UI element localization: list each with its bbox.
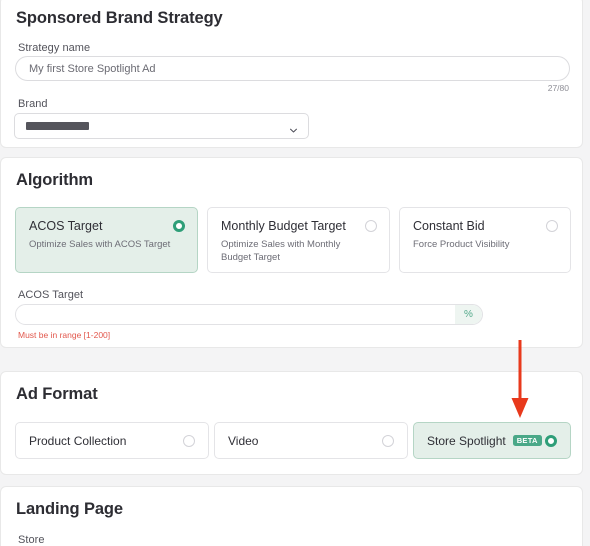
- acos-target-input[interactable]: [16, 305, 455, 324]
- ad-format-section-title: Ad Format: [16, 385, 98, 404]
- algorithm-option-monthly-budget-target[interactable]: Monthly Budget Target Optimize Sales wit…: [207, 207, 390, 273]
- ad-format-option-label: Video: [228, 434, 258, 448]
- algorithm-section-title: Algorithm: [16, 171, 93, 190]
- beta-badge: BETA: [513, 435, 542, 447]
- algorithm-option-constant-bid[interactable]: Constant Bid Force Product Visibility: [399, 207, 571, 273]
- acos-target-label: ACOS Target: [18, 289, 83, 301]
- percent-suffix: %: [455, 305, 482, 324]
- ad-format-card: Ad Format Product Collection Video Store…: [0, 371, 583, 475]
- page-title: Sponsored Brand Strategy: [16, 9, 223, 28]
- algorithm-option-label: Monthly Budget Target: [221, 219, 377, 234]
- radio-unselected-icon[interactable]: [365, 220, 377, 232]
- algorithm-option-label: ACOS Target: [29, 219, 185, 234]
- brand-select[interactable]: [14, 113, 309, 139]
- brand-selected-value-redacted: [26, 122, 89, 130]
- algorithm-card: Algorithm ACOS Target Optimize Sales wit…: [0, 157, 583, 348]
- ad-format-option-label: Store Spotlight: [427, 434, 506, 448]
- ad-format-option-label: Product Collection: [29, 434, 126, 448]
- acos-target-input-row[interactable]: %: [15, 304, 483, 325]
- radio-selected-icon[interactable]: [173, 220, 185, 232]
- ad-format-option-store-spotlight[interactable]: Store Spotlight BETA: [413, 422, 571, 459]
- radio-unselected-icon[interactable]: [183, 435, 195, 447]
- ad-format-option-product-collection[interactable]: Product Collection: [15, 422, 209, 459]
- page-root: Sponsored Brand Strategy Strategy name 2…: [0, 0, 590, 546]
- store-label: Store: [18, 534, 45, 546]
- landing-page-card: Landing Page Store: [0, 486, 583, 546]
- algorithm-option-description: Force Product Visibility: [413, 238, 558, 251]
- algorithm-option-description: Optimize Sales with Monthly Budget Targe…: [221, 238, 371, 264]
- algorithm-option-acos-target[interactable]: ACOS Target Optimize Sales with ACOS Tar…: [15, 207, 198, 273]
- algorithm-option-description: Optimize Sales with ACOS Target: [29, 238, 179, 251]
- strategy-name-label: Strategy name: [18, 42, 90, 54]
- brand-label: Brand: [18, 98, 48, 110]
- strategy-name-input[interactable]: [15, 56, 570, 81]
- strategy-name-char-counter: 27/80: [548, 83, 569, 93]
- radio-unselected-icon[interactable]: [546, 220, 558, 232]
- radio-selected-icon[interactable]: [545, 435, 557, 447]
- landing-page-section-title: Landing Page: [16, 500, 123, 519]
- radio-unselected-icon[interactable]: [382, 435, 394, 447]
- ad-format-option-video[interactable]: Video: [214, 422, 408, 459]
- chevron-down-icon: [289, 122, 298, 131]
- algorithm-option-label: Constant Bid: [413, 219, 558, 234]
- acos-target-error-message: Must be in range [1-200]: [18, 330, 110, 340]
- sponsored-brand-strategy-card: Sponsored Brand Strategy Strategy name 2…: [0, 0, 583, 148]
